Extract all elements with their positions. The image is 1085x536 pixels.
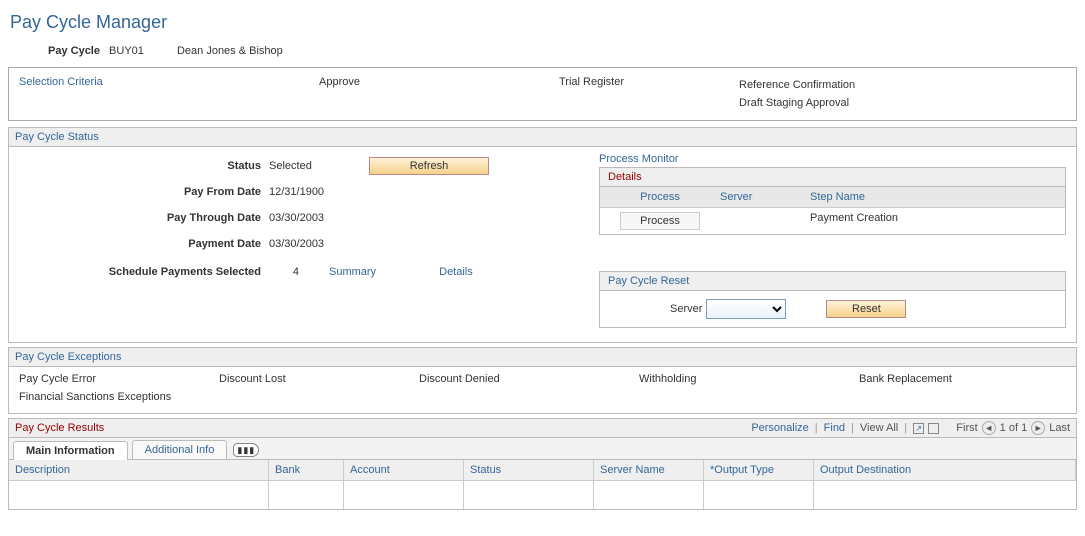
text-trial-register: Trial Register — [559, 76, 624, 88]
process-button[interactable]: Process — [620, 212, 700, 230]
paycycle-reset-title: Pay Cycle Reset — [600, 272, 1065, 291]
process-row-step: Payment Creation — [810, 212, 1065, 230]
prev-arrow-icon[interactable]: ◄ — [982, 421, 996, 435]
cell-output-destination — [814, 481, 1076, 509]
link-process-monitor[interactable]: Process Monitor — [599, 153, 678, 165]
selection-criteria-box: Selection Criteria Approve Trial Registe… — [8, 67, 1077, 121]
link-discount-lost: Discount Lost — [219, 373, 286, 385]
label-first[interactable]: First — [956, 422, 977, 434]
col-account[interactable]: Account — [344, 460, 464, 481]
paycycle-reset-box: Pay Cycle Reset Server Reset — [599, 271, 1066, 328]
zoom-icon[interactable]: ↗ — [913, 423, 924, 434]
process-row-server — [720, 212, 810, 230]
link-summary[interactable]: Summary — [329, 266, 376, 278]
grid-icon[interactable] — [928, 423, 939, 434]
paycycle-status-group: Pay Cycle Status Status Selected Refresh… — [8, 127, 1077, 343]
value-pay-from: 12/31/1900 — [269, 186, 369, 198]
link-withholding: Withholding — [639, 373, 696, 385]
link-details[interactable]: Details — [439, 266, 473, 278]
col-bank[interactable]: Bank — [269, 460, 344, 481]
paycycle-status-title: Pay Cycle Status — [9, 128, 1076, 147]
paycycle-results-title: Pay Cycle Results — [15, 422, 751, 434]
link-find[interactable]: Find — [824, 422, 845, 434]
col-server: Server — [720, 191, 810, 203]
label-schedule-payments: Schedule Payments Selected — [19, 266, 269, 278]
value-status: Selected — [269, 160, 369, 172]
tab-main-information[interactable]: Main Information — [13, 441, 128, 460]
label-status: Status — [19, 160, 269, 172]
reset-button[interactable]: Reset — [826, 300, 906, 318]
tab-additional-info[interactable]: Additional Info — [132, 440, 228, 459]
cell-bank — [269, 481, 344, 509]
label-last[interactable]: Last — [1049, 422, 1070, 434]
value-pay-through: 03/30/2003 — [269, 212, 369, 224]
cell-description — [9, 481, 269, 509]
cell-status — [464, 481, 594, 509]
table-row — [9, 481, 1076, 509]
text-draft-staging-approval: Draft Staging Approval — [739, 94, 1039, 112]
link-discount-denied: Discount Denied — [419, 373, 500, 385]
next-arrow-icon[interactable]: ► — [1031, 421, 1045, 435]
paycycle-exceptions-title: Pay Cycle Exceptions — [9, 348, 1076, 367]
label-pay-from: Pay From Date — [19, 186, 269, 198]
label-pay-through: Pay Through Date — [19, 212, 269, 224]
paycycle-label: Pay Cycle — [48, 45, 100, 57]
expand-tabs-icon[interactable]: ▮▮▮ — [233, 443, 259, 457]
col-process: Process — [600, 191, 720, 203]
link-paycycle-error: Pay Cycle Error — [19, 373, 96, 385]
select-reset-server[interactable] — [706, 299, 786, 319]
link-bank-replacement: Bank Replacement — [859, 373, 952, 385]
process-details-title: Details — [600, 168, 1065, 187]
col-step-name: Step Name — [810, 191, 1065, 203]
col-output-destination[interactable]: Output Destination — [814, 460, 1076, 481]
label-payment-date: Payment Date — [19, 238, 269, 250]
link-personalize[interactable]: Personalize — [751, 422, 808, 434]
counter: 1 of 1 — [1000, 422, 1028, 434]
process-details-box: Details Process Server Step Name Process… — [599, 167, 1066, 235]
col-output-type[interactable]: *Output Type — [704, 460, 814, 481]
text-approve: Approve — [319, 76, 360, 88]
paycycle-id: BUY01 — [109, 45, 144, 57]
paycycle-exceptions-group: Pay Cycle Exceptions Pay Cycle Error Dis… — [8, 347, 1077, 414]
cell-output-type — [704, 481, 814, 509]
col-status[interactable]: Status — [464, 460, 594, 481]
refresh-button[interactable]: Refresh — [369, 157, 489, 175]
link-view-all[interactable]: View All — [860, 422, 898, 434]
link-selection-criteria[interactable]: Selection Criteria — [19, 76, 103, 88]
link-financial-sanctions: Financial Sanctions Exceptions — [19, 391, 171, 403]
paycycle-header: Pay Cycle BUY01 Dean Jones & Bishop — [48, 45, 1077, 57]
col-description[interactable]: Description — [9, 460, 269, 481]
text-reference-confirmation: Reference Confirmation — [739, 76, 1039, 94]
label-reset-server: Server — [670, 303, 702, 315]
page-title: Pay Cycle Manager — [10, 12, 1077, 33]
value-payment-date: 03/30/2003 — [269, 238, 369, 250]
paycycle-name: Dean Jones & Bishop — [177, 45, 283, 57]
value-schedule-payments: 4 — [269, 266, 329, 278]
cell-server-name — [594, 481, 704, 509]
paycycle-results-group: Pay Cycle Results Personalize | Find | V… — [8, 418, 1077, 510]
col-server-name[interactable]: Server Name — [594, 460, 704, 481]
cell-account — [344, 481, 464, 509]
